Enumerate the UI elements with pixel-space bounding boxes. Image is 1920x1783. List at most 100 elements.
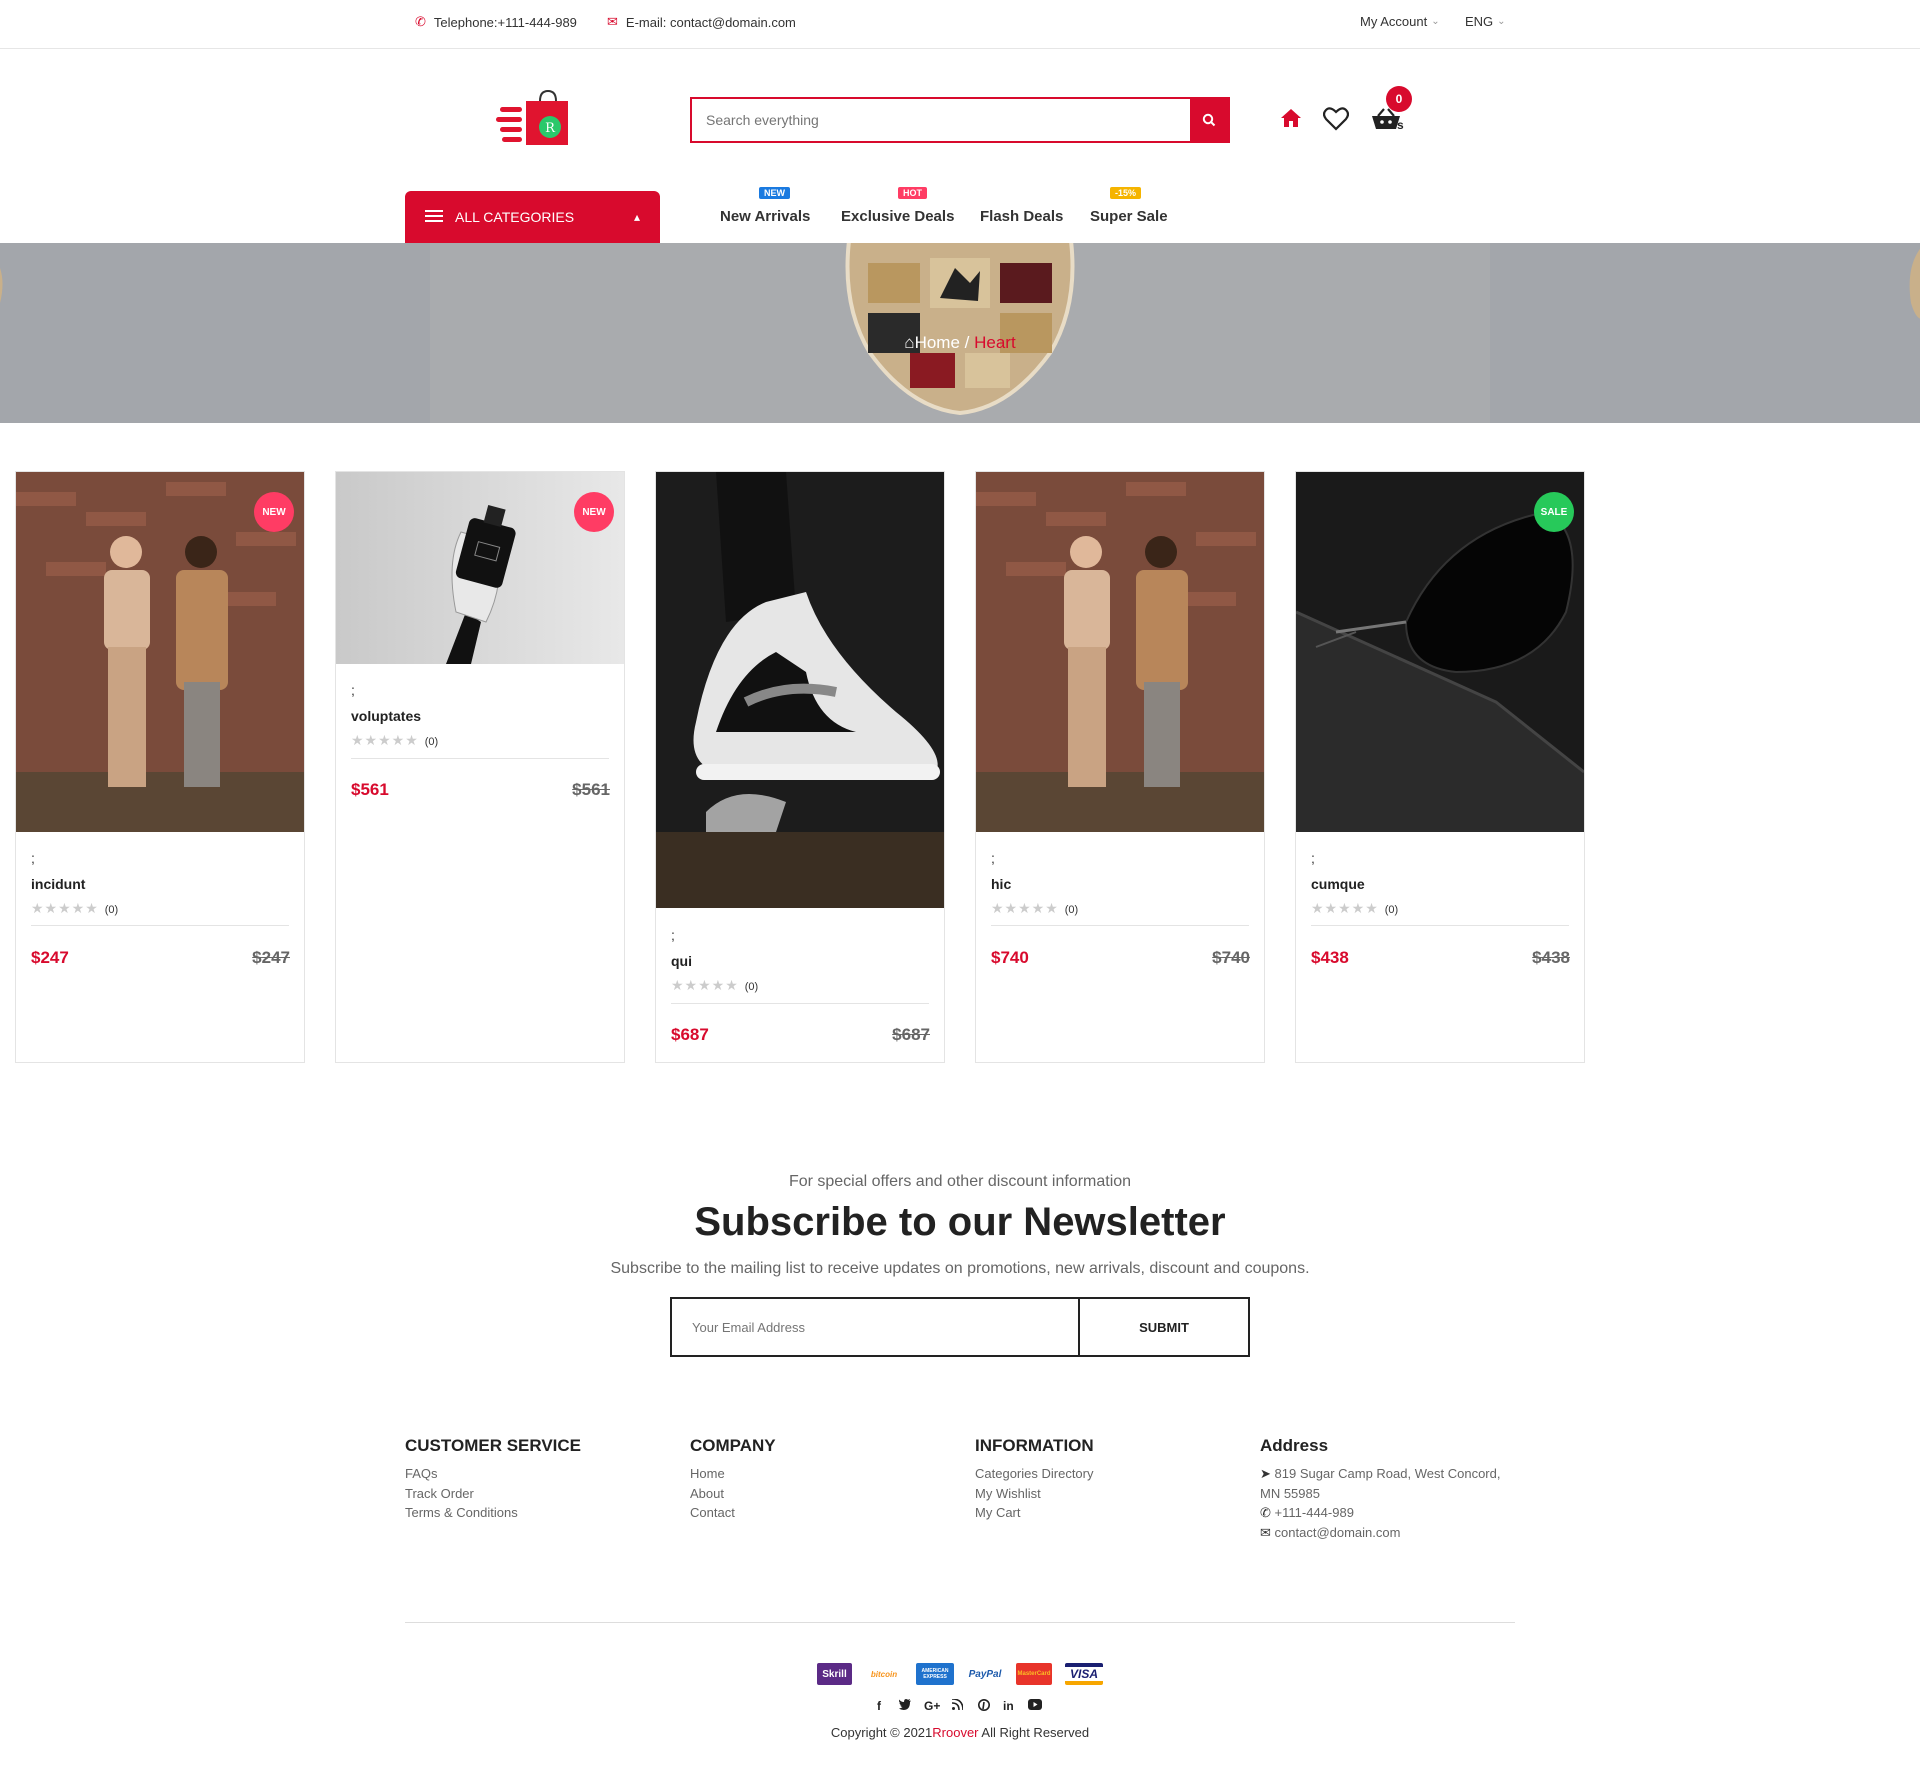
footer-link[interactable]: Track Order: [405, 1484, 581, 1504]
address-city: MN 55985: [1260, 1485, 1320, 1501]
envelope-icon: ✉: [1260, 1524, 1271, 1540]
nav-flash-deals[interactable]: Flash Deals: [980, 208, 1063, 225]
divider: [671, 1003, 929, 1004]
footer-link[interactable]: FAQs: [405, 1464, 581, 1484]
search-button[interactable]: [1190, 99, 1228, 141]
product-card[interactable]: ; hic ★★★★★ (0) $740 $740: [975, 471, 1265, 1063]
nav-super-sale[interactable]: Super Sale: [1090, 208, 1168, 225]
email-text: E-mail: contact@domain.com: [625, 14, 796, 30]
footer-link[interactable]: Terms & Conditions: [405, 1503, 581, 1523]
divider: [351, 758, 609, 759]
pinterest-icon[interactable]: [978, 1699, 990, 1714]
email-text[interactable]: contact@domain.com: [1275, 1525, 1401, 1540]
product-card[interactable]: SALE ; cumque ★★★★★ (0) $438 $438: [1295, 471, 1585, 1063]
product-card[interactable]: ; qui ★★★★★ (0) $687 $687: [655, 471, 945, 1063]
google-plus-icon[interactable]: G+: [924, 1699, 940, 1713]
star-rating: ★★★★★ (0): [31, 900, 118, 917]
product-name[interactable]: cumque: [1311, 876, 1365, 892]
stars-icon: ★★★★★: [351, 732, 419, 748]
crest-emblem-edge: [1909, 248, 1920, 319]
copyright-suffix: All Right Reserved: [978, 1725, 1090, 1740]
all-categories-label: ALL CATEGORIES: [455, 209, 575, 225]
footer-link[interactable]: Contact: [690, 1503, 776, 1523]
chevron-up-icon: ▴: [633, 210, 640, 224]
newsletter-title: Subscribe to our Newsletter: [694, 1200, 1226, 1244]
review-count: (0): [1064, 904, 1079, 916]
paypal-logo: PayPal: [965, 1663, 1005, 1685]
product-name[interactable]: qui: [671, 953, 692, 969]
product-card[interactable]: NEW ; voluptates ★★★★★ (0) $561 $561: [335, 471, 625, 1063]
newsletter-form: SUBMIT: [670, 1297, 1250, 1357]
nav-new-arrivals[interactable]: New Arrivals: [720, 208, 810, 225]
product-name[interactable]: hic: [991, 876, 1011, 892]
nav-label: New Arrivals: [720, 208, 811, 225]
review-count: (0): [104, 904, 119, 916]
footer-link[interactable]: Categories Directory: [975, 1464, 1094, 1484]
rss-icon[interactable]: [951, 1698, 964, 1713]
mastercard-logo: MasterCard: [1016, 1663, 1052, 1685]
linkedin-icon[interactable]: in: [1003, 1699, 1014, 1713]
product-price: $247: [31, 948, 69, 967]
all-categories-button[interactable]: ALL CATEGORIES ▴: [405, 191, 660, 243]
submit-button[interactable]: SUBMIT: [1078, 1299, 1248, 1355]
new-badge: NEW: [574, 492, 614, 532]
chevron-down-icon: ⌄: [1431, 16, 1440, 27]
product-old-price: $247: [252, 948, 290, 967]
product-category: ;: [31, 850, 35, 866]
email-input[interactable]: [672, 1299, 1078, 1355]
wishlist-link[interactable]: [1323, 107, 1349, 131]
language-dropdown[interactable]: ENG ⌄: [1465, 14, 1506, 29]
site-logo[interactable]: R: [496, 89, 570, 149]
visa-logo: VISA: [1065, 1663, 1103, 1685]
footer-heading: CUSTOMER SERVICE: [405, 1436, 582, 1455]
bitcoin-logo: bitcoin: [864, 1663, 904, 1685]
product-image[interactable]: [976, 472, 1264, 832]
facebook-icon[interactable]: f: [877, 1699, 881, 1713]
product-price: $561: [351, 780, 389, 799]
address-line: 819 Sugar Camp Road, West Concord,: [1274, 1466, 1501, 1481]
product-card[interactable]: NEW ; incidunt ★★★★★ (0) $247 $247: [15, 471, 305, 1063]
product-category: ;: [351, 682, 355, 698]
copyright: Copyright © 2021Rroover All Right Reserv…: [0, 1725, 1920, 1740]
star-rating: ★★★★★ (0): [1311, 900, 1398, 917]
footer-divider: [405, 1622, 1515, 1623]
search-input[interactable]: [692, 99, 1190, 141]
address-email: ✉ contact@domain.com: [1260, 1523, 1500, 1543]
address-street: ➤ 819 Sugar Camp Road, West Concord,: [1260, 1464, 1500, 1484]
youtube-icon[interactable]: [1028, 1699, 1042, 1713]
product-image[interactable]: [656, 472, 944, 908]
discount-tag: -15%: [1110, 187, 1142, 199]
star-rating: ★★★★★ (0): [671, 977, 758, 994]
footer-heading: Address: [1260, 1436, 1329, 1455]
crest-emblem-edge: [0, 268, 3, 303]
brand-link[interactable]: Rroover: [932, 1725, 978, 1740]
product-name[interactable]: voluptates: [351, 708, 421, 724]
my-account-dropdown[interactable]: My Account ⌄: [1360, 14, 1440, 29]
search-icon: [1202, 113, 1216, 127]
phone-icon: ✆: [415, 14, 426, 29]
nav-exclusive-deals[interactable]: Exclusive Deals: [841, 208, 954, 225]
twitter-icon[interactable]: [898, 1699, 911, 1713]
chevron-down-icon: ⌄: [1497, 16, 1506, 27]
footer-link[interactable]: My Cart: [975, 1503, 1094, 1523]
product-category: ;: [1311, 850, 1315, 866]
home-icon: [1281, 109, 1301, 127]
footer-link[interactable]: About: [690, 1484, 776, 1504]
product-name[interactable]: incidunt: [31, 876, 85, 892]
product-old-price: $687: [892, 1025, 930, 1044]
review-count: (0): [744, 981, 759, 993]
home-link[interactable]: [1280, 107, 1302, 129]
newsletter-subtitle: Subscribe to the mailing list to receive…: [610, 1260, 1310, 1277]
sale-badge: SALE: [1534, 492, 1574, 532]
nav-label: Exclusive Deals: [841, 208, 955, 225]
amex-logo: AMERICAN EXPRESS: [916, 1663, 954, 1685]
svg-text:s: s: [1397, 118, 1404, 131]
footer-link[interactable]: Home: [690, 1464, 776, 1484]
product-price: $438: [1311, 948, 1349, 967]
breadcrumb-home[interactable]: Home: [915, 333, 960, 352]
breadcrumb-separator: /: [959, 333, 975, 352]
footer-link[interactable]: My Wishlist: [975, 1484, 1094, 1504]
page-banner: ⌂Home / Heart: [0, 243, 1920, 423]
product-old-price: $438: [1532, 948, 1570, 967]
divider: [991, 925, 1249, 926]
